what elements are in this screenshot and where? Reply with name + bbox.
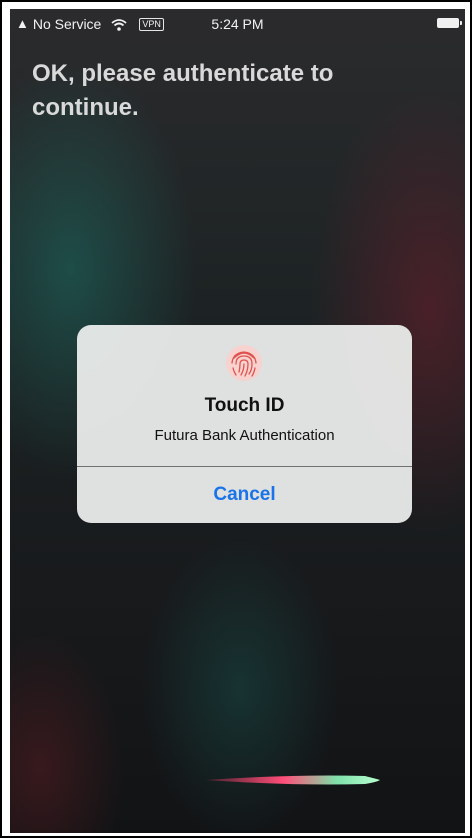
status-bar: ▲ No Service VPN 5:24 PM — [10, 9, 465, 39]
status-time: 5:24 PM — [211, 16, 264, 32]
touch-id-alert: Touch ID Futura Bank Authentication Canc… — [77, 325, 412, 523]
alert-message: Futura Bank Authentication — [154, 427, 335, 444]
fingerprint-icon — [225, 344, 263, 382]
device-frame: ▲ No Service VPN 5:24 PM OK, please auth… — [0, 0, 472, 838]
battery-icon — [437, 18, 462, 28]
siri-waveform — [205, 769, 380, 791]
siri-prompt: OK, please authenticate to continue. — [32, 60, 334, 121]
siri-screen: ▲ No Service VPN 5:24 PM OK, please auth… — [10, 9, 465, 833]
alert-title: Touch ID — [204, 395, 285, 416]
cancel-button[interactable]: Cancel — [77, 467, 412, 523]
